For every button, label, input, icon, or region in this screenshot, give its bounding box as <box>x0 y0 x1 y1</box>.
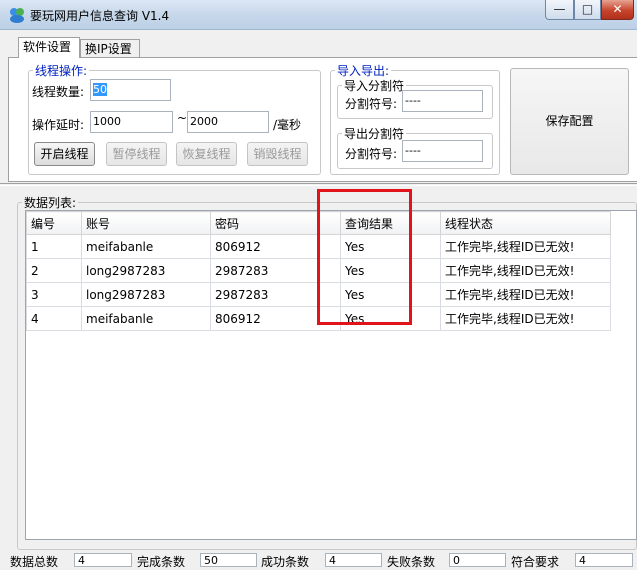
cell-id: 1 <box>26 234 82 259</box>
delay-unit-label: /毫秒 <box>273 118 302 132</box>
export-separator-legend: 导出分割符 <box>344 127 405 141</box>
done-count-field: 50 <box>200 553 257 567</box>
import-separator-input[interactable]: ---- <box>402 90 483 112</box>
total-count-field: 4 <box>74 553 132 567</box>
cell-account: meifabanle <box>81 306 211 331</box>
cell-thread-status: 工作完毕,线程ID已无效! <box>440 306 611 331</box>
import-separator-legend: 导入分割符 <box>344 79 405 93</box>
cell-password: 2987283 <box>210 282 341 307</box>
table-row[interactable]: 1 meifabanle 806912 Yes 工作完毕,线程ID已无效! <box>26 234 611 259</box>
table-header-row: 编号 账号 密码 查询结果 线程状态 <box>26 211 611 235</box>
export-separator-input[interactable]: ---- <box>402 140 483 162</box>
window-title: 要玩网用户信息查询 V1.4 <box>30 9 170 23</box>
delay-from-input[interactable]: 1000 <box>90 111 173 133</box>
cell-password: 806912 <box>210 306 341 331</box>
delay-to-input[interactable]: 2000 <box>187 111 269 133</box>
cell-thread-status: 工作完毕,线程ID已无效! <box>440 258 611 283</box>
data-table[interactable]: 编号 账号 密码 查询结果 线程状态 1 meifabanle 806912 Y… <box>25 210 637 540</box>
close-button[interactable]: ✕ <box>601 0 634 20</box>
column-header-result[interactable]: 查询结果 <box>340 211 441 235</box>
data-grid: 编号 账号 密码 查询结果 线程状态 1 meifabanle 806912 Y… <box>26 211 611 331</box>
cell-result: Yes <box>340 282 441 307</box>
table-row[interactable]: 2 long2987283 2987283 Yes 工作完毕,线程ID已无效! <box>26 258 611 283</box>
thread-count-label: 线程数量: <box>32 85 85 99</box>
table-row[interactable]: 4 meifabanle 806912 Yes 工作完毕,线程ID已无效! <box>26 306 611 331</box>
tab-ip-settings[interactable]: 换IP设置 <box>80 39 140 59</box>
cell-id: 3 <box>26 282 82 307</box>
column-header-id[interactable]: 编号 <box>26 211 82 235</box>
cell-account: meifabanle <box>81 234 211 259</box>
minimize-button[interactable]: — <box>545 0 574 20</box>
cell-result: Yes <box>340 234 441 259</box>
table-row[interactable]: 3 long2987283 2987283 Yes 工作完毕,线程ID已无效! <box>26 282 611 307</box>
thread-count-input[interactable]: 50 <box>90 79 171 101</box>
cell-password: 806912 <box>210 234 341 259</box>
cell-id: 2 <box>26 258 82 283</box>
delay-tilde: ~ <box>177 111 188 125</box>
cell-thread-status: 工作完毕,线程ID已无效! <box>440 234 611 259</box>
column-header-thread-status[interactable]: 线程状态 <box>440 211 611 235</box>
column-header-account[interactable]: 账号 <box>81 211 211 235</box>
thread-ops-legend: 线程操作: <box>35 64 88 78</box>
cell-id: 4 <box>26 306 82 331</box>
maximize-button[interactable]: □ <box>574 0 601 20</box>
section-divider <box>0 183 637 186</box>
export-separator-label: 分割符号: <box>345 147 398 161</box>
match-count-field: 4 <box>575 553 633 567</box>
data-list-legend: 数据列表: <box>24 196 77 210</box>
tab-software-settings[interactable]: 软件设置 <box>18 37 80 58</box>
import-separator-label: 分割符号: <box>345 97 398 111</box>
app-icon <box>10 8 24 23</box>
pause-thread-button[interactable]: 暂停线程 <box>106 142 167 166</box>
delay-label: 操作延时: <box>32 118 85 132</box>
cell-account: long2987283 <box>81 282 211 307</box>
column-header-password[interactable]: 密码 <box>210 211 341 235</box>
title-bar: 要玩网用户信息查询 V1.4 — □ ✕ <box>0 0 637 30</box>
resume-thread-button[interactable]: 恢复线程 <box>176 142 237 166</box>
cell-thread-status: 工作完毕,线程ID已无效! <box>440 282 611 307</box>
thread-count-value: 50 <box>93 83 107 96</box>
fail-count-field: 0 <box>449 553 506 567</box>
save-config-button[interactable]: 保存配置 <box>510 68 629 175</box>
start-thread-button[interactable]: 开启线程 <box>34 142 95 166</box>
cell-result: Yes <box>340 306 441 331</box>
destroy-thread-button[interactable]: 销毁线程 <box>247 142 308 166</box>
success-count-field: 4 <box>325 553 382 567</box>
cell-password: 2987283 <box>210 258 341 283</box>
cell-account: long2987283 <box>81 258 211 283</box>
cell-result: Yes <box>340 258 441 283</box>
